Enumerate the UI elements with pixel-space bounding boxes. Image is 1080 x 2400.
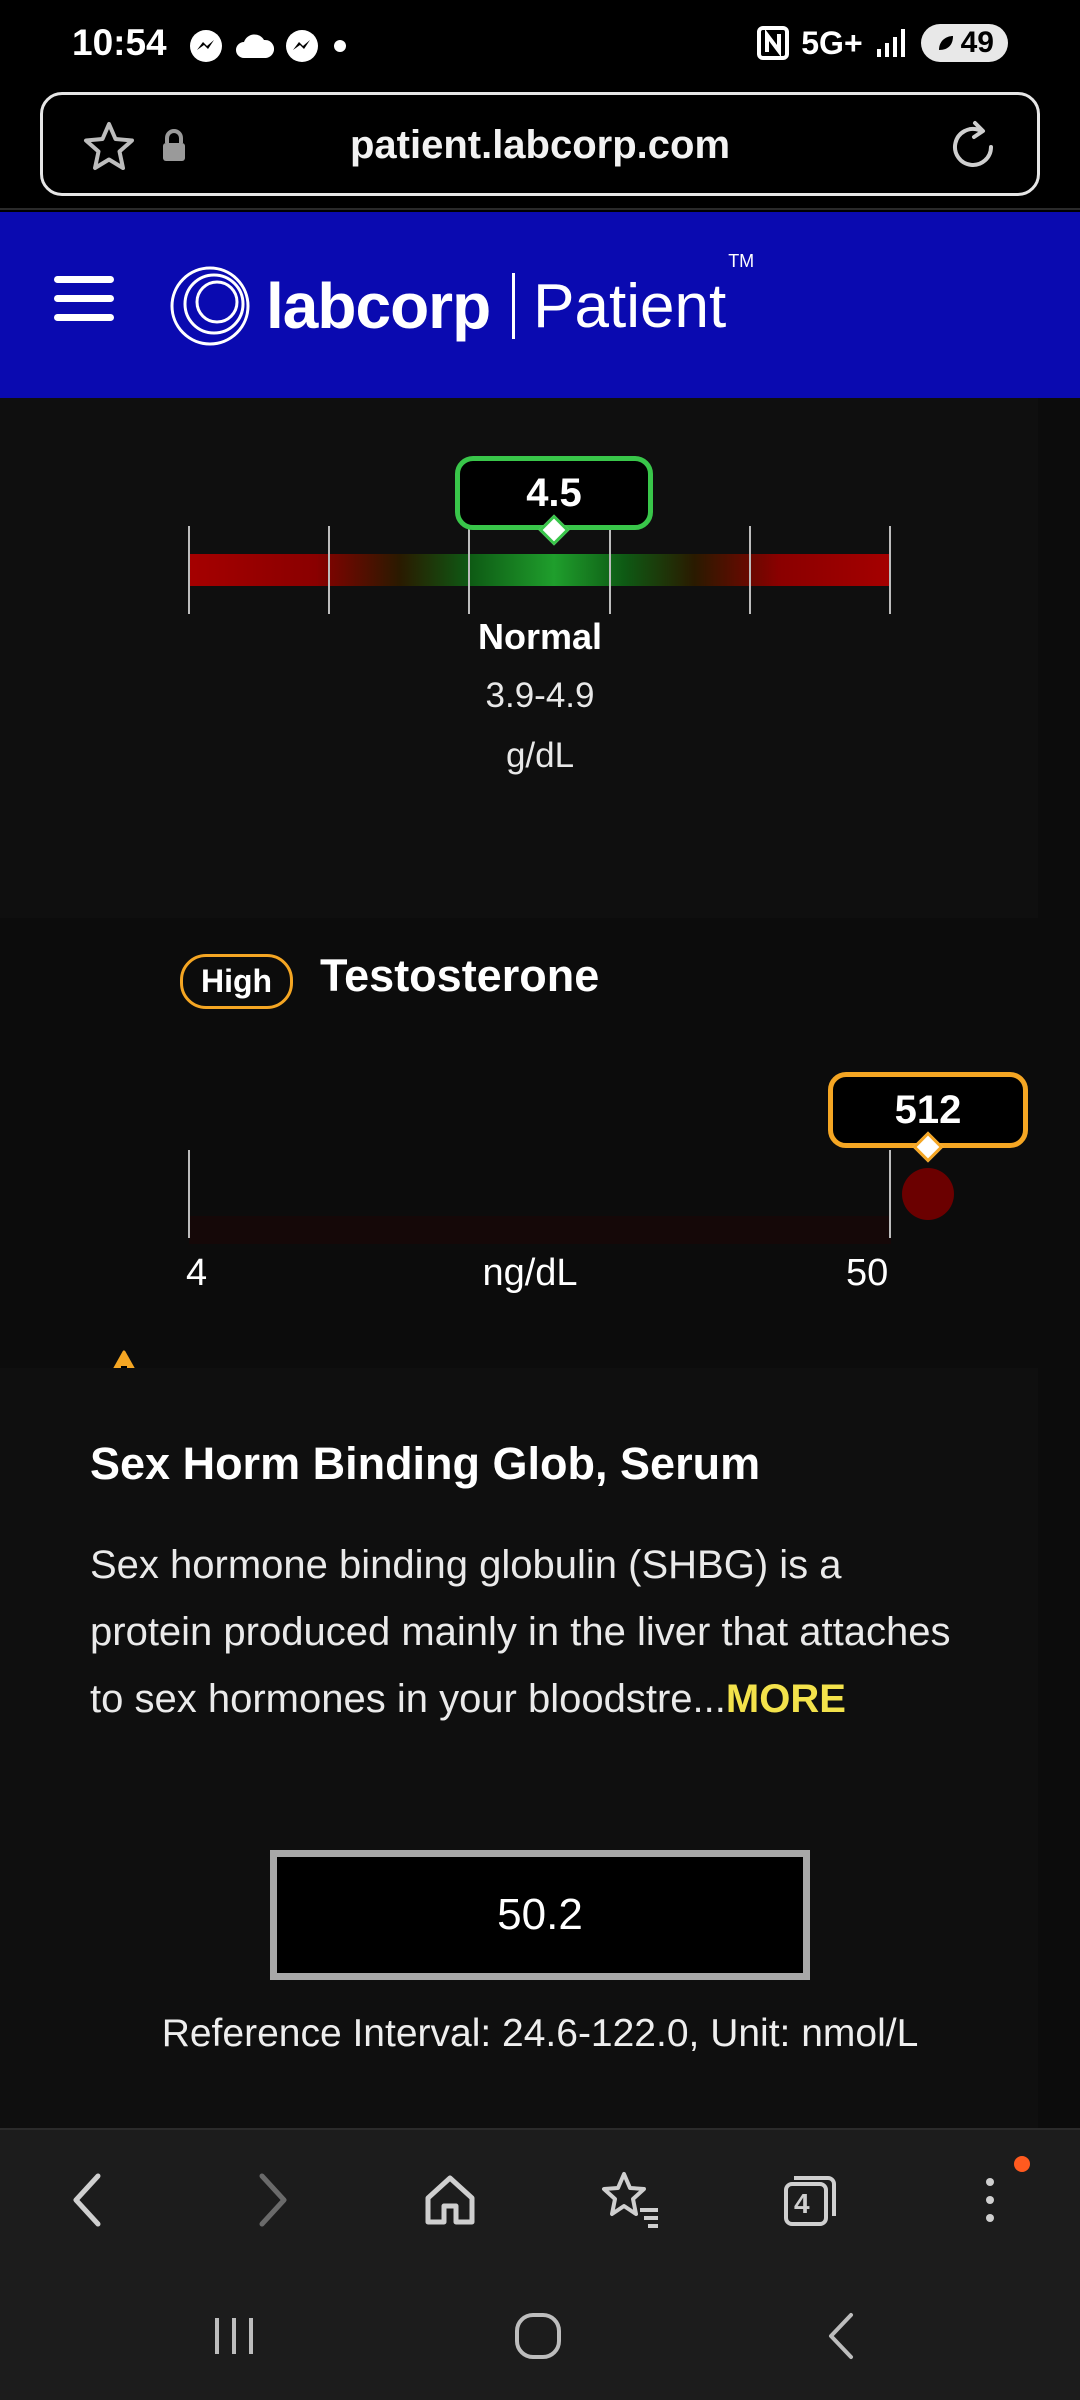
tabs-icon (784, 2176, 836, 2226)
chevron-right-icon (259, 2173, 287, 2227)
recent-apps-button[interactable] (194, 2296, 274, 2376)
system-navigation-bar (0, 2268, 1080, 2400)
home-icon (425, 2175, 475, 2225)
menu-line-icon (54, 276, 114, 283)
home-circle-icon (515, 2313, 561, 2359)
labcorp-logo[interactable]: labcorp PatientTM (168, 250, 755, 348)
battery-saver-icon (938, 36, 953, 50)
range-tick (889, 526, 891, 614)
tab-count: 4 (794, 2188, 810, 2219)
test-name: Sex Horm Binding Glob, Serum (90, 1438, 761, 1489)
range-tick (468, 526, 470, 614)
signal-icon (876, 29, 905, 57)
test-description: Sex hormone binding globulin (SHBG) is a… (90, 1532, 970, 1733)
menu-line-icon (54, 314, 114, 321)
range-tick (889, 1150, 891, 1238)
range-tick (609, 526, 611, 614)
range-tick (188, 1150, 190, 1238)
range-tick (328, 526, 330, 614)
range-unit-label: ng/dL (482, 1252, 578, 1294)
range-tick (749, 526, 751, 614)
status-time: 10:54 (72, 22, 167, 63)
status-label: Normal (477, 616, 603, 657)
reload-icon[interactable] (945, 119, 1001, 175)
brand-name: labcorp (266, 270, 491, 342)
network-type: 5G+ (801, 24, 863, 61)
range-max-label: 50 (846, 1252, 889, 1294)
back-button[interactable] (50, 2162, 126, 2238)
cloud-icon (236, 34, 274, 58)
dot-icon (334, 40, 346, 52)
reference-range: 3.9-4.9 (485, 676, 595, 715)
forward-button[interactable] (234, 2162, 310, 2238)
logo-divider (512, 273, 516, 339)
app-header: labcorp PatientTM (0, 212, 1080, 398)
back-nav-button[interactable] (800, 2296, 880, 2376)
normal-result-panel: 4.5 Normal 3.9-4.9 g/dL (0, 398, 1038, 918)
messenger-icon (190, 30, 222, 62)
home-nav-button[interactable] (498, 2296, 578, 2376)
result-value-box: 50.2 (270, 1850, 810, 1980)
bookmarks-button[interactable] (592, 2162, 668, 2238)
battery-level: 49 (960, 26, 994, 59)
system-status: 5G+ 49 (757, 24, 1008, 62)
range-min-label: 4 (186, 1252, 208, 1294)
more-options-button[interactable] (952, 2156, 1030, 2238)
hamburger-menu-button[interactable] (54, 276, 114, 326)
result-value: 50.2 (497, 1890, 583, 1939)
result-value: 512 (894, 1088, 962, 1132)
reference-interval: Reference Interval: 24.6-122.0, Unit: nm… (161, 2012, 919, 2055)
result-value: 4.5 (526, 471, 582, 515)
range-bar (189, 554, 891, 586)
result-unit: g/dL (505, 736, 575, 775)
notification-icons (188, 28, 350, 64)
nfc-icon (757, 26, 790, 60)
bookmark-list-icon (602, 2172, 658, 2228)
high-flag-badge: High (180, 954, 294, 1009)
more-vertical-icon (986, 2178, 994, 2222)
out-of-range-dot (902, 1168, 954, 1220)
battery-indicator: 49 (920, 24, 1008, 62)
chevron-left-icon (73, 2173, 101, 2227)
back-arrow-icon (829, 2313, 853, 2359)
labcorp-rings-icon (170, 266, 250, 346)
product-name: PatientTM (533, 250, 755, 341)
messenger-icon (286, 30, 318, 62)
address-bar[interactable]: patient.labcorp.com (40, 92, 1040, 196)
tabs-button[interactable]: 4 (772, 2162, 848, 2238)
notification-dot (1014, 2156, 1030, 2172)
status-bar: 10:54 5G+ 49 (0, 0, 1080, 90)
recent-apps-icon (215, 2318, 253, 2354)
more-link[interactable]: MORE (726, 1677, 846, 1721)
menu-line-icon (54, 295, 114, 302)
trademark-mark: TM (728, 250, 755, 271)
browser-address-area: patient.labcorp.com (0, 90, 1080, 210)
range-tick (188, 526, 190, 614)
results-content: 4.5 Normal 3.9-4.9 g/dL High Testosteron… (0, 398, 1080, 2128)
range-bar (189, 1216, 891, 1244)
browser-toolbar: 4 (0, 2128, 1080, 2268)
test-name: Testosterone (320, 950, 600, 1001)
home-button[interactable] (412, 2162, 488, 2238)
url-text[interactable]: patient.labcorp.com (43, 123, 1037, 168)
